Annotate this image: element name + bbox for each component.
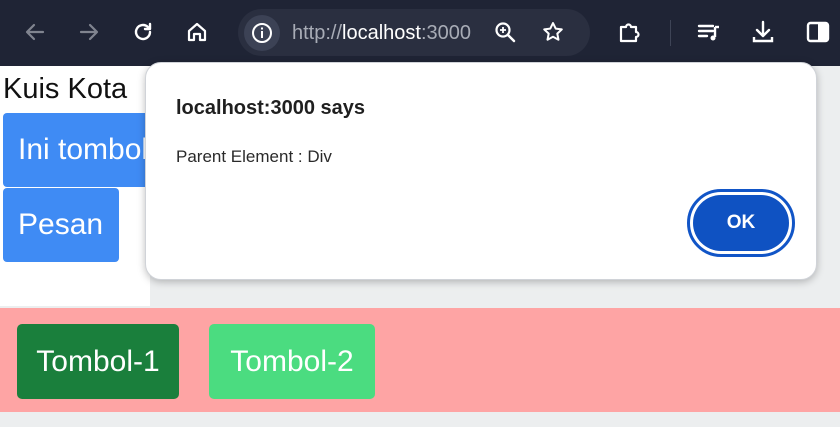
- ok-button[interactable]: OK: [693, 195, 789, 251]
- alert-dialog: localhost:3000 says Parent Element : Div…: [145, 62, 817, 280]
- pesan-button[interactable]: Pesan: [3, 188, 119, 262]
- reload-icon[interactable]: [126, 15, 160, 49]
- site-info-icon[interactable]: [244, 15, 280, 51]
- page-heading: Kuis Kota: [3, 73, 128, 105]
- tombol-1-button[interactable]: Tombol-1: [17, 324, 179, 399]
- home-icon[interactable]: [180, 15, 214, 49]
- toolbar-separator: [670, 20, 671, 46]
- ok-button-focus-ring: OK: [687, 189, 795, 257]
- side-panel-icon[interactable]: [801, 15, 835, 49]
- bookmark-star-icon[interactable]: [536, 15, 570, 49]
- url-text[interactable]: http://localhost:3000: [292, 21, 471, 45]
- forward-arrow-icon[interactable]: [72, 15, 106, 49]
- extensions-icon[interactable]: [612, 15, 646, 49]
- address-bar[interactable]: http://localhost:3000: [238, 9, 590, 56]
- media-queue-icon[interactable]: [692, 15, 726, 49]
- ini-tombol-button[interactable]: Ini tombol: [3, 113, 151, 187]
- browser-toolbar: http://localhost:3000: [0, 0, 840, 66]
- dialog-message: Parent Element : Div: [176, 147, 332, 166]
- url-host: localhost: [342, 22, 421, 44]
- tombol-2-button[interactable]: Tombol-2: [209, 324, 375, 399]
- button-container: Tombol-1 Tombol-2: [0, 308, 840, 412]
- url-scheme: http://: [292, 22, 343, 44]
- zoom-icon[interactable]: [488, 15, 522, 49]
- back-arrow-icon[interactable]: [18, 15, 52, 49]
- url-port: :3000: [420, 22, 472, 44]
- download-icon[interactable]: [746, 15, 780, 49]
- dialog-title: localhost:3000 says: [176, 97, 365, 119]
